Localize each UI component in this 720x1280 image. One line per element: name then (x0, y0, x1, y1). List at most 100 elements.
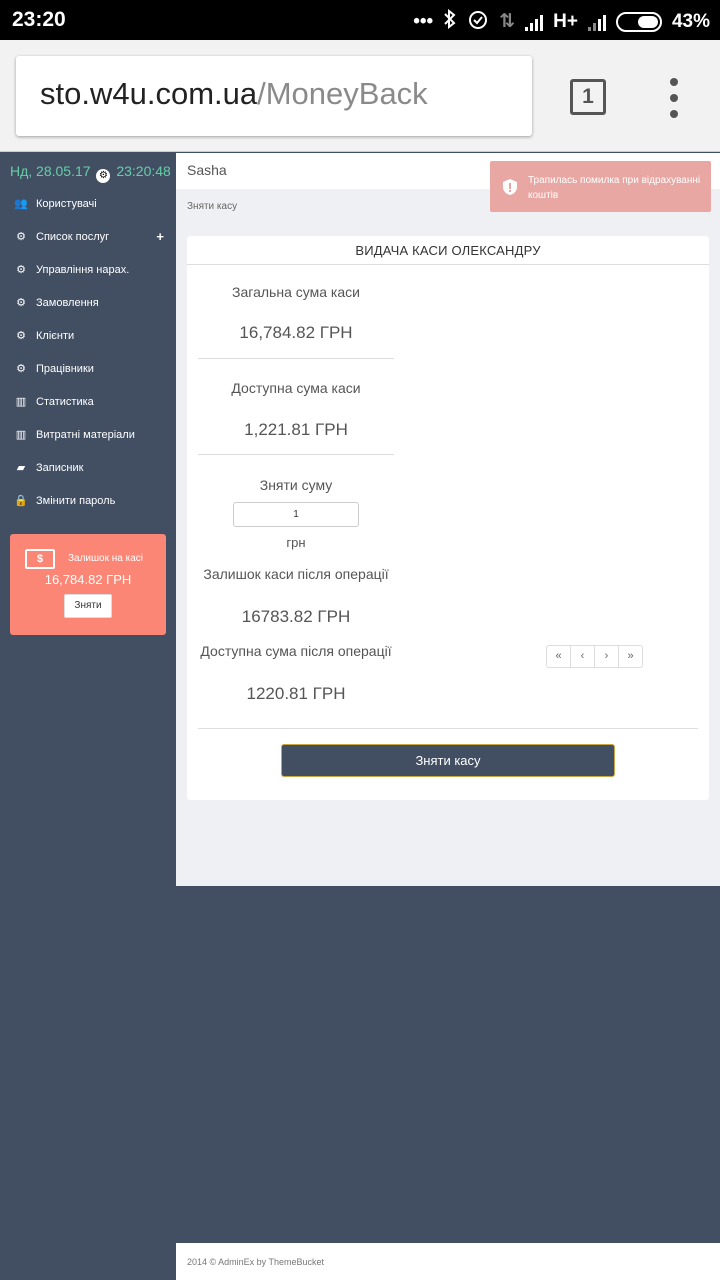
battery-percent: 43% (671, 11, 710, 32)
breadcrumb: Зняти касу (187, 201, 238, 212)
users-icon: 👥 (14, 198, 28, 210)
available-cash-value: 1,221.81 ГРН (244, 420, 348, 439)
battery-icon (615, 12, 662, 32)
sidebar-item-label: Витратні матеріали (36, 428, 135, 441)
alert-message: Трапилась помилка при відрахуванні кошті… (528, 175, 701, 201)
sidebar-item-label: Клієнти (36, 329, 75, 342)
balance-amount: 16,784.82 ГРН (44, 572, 132, 587)
pagination: « ‹ › » (546, 645, 643, 668)
divider (198, 728, 698, 729)
alarm-icon (467, 8, 489, 36)
sidebar-item-label: Замовлення (36, 296, 99, 309)
gear-icon: ⚙ (96, 169, 111, 183)
pager-next[interactable]: › (594, 645, 619, 668)
cash-withdraw-panel: ВИДАЧА КАСИ ОЛЕКСАНДРУ Загальна сума кас… (187, 236, 709, 800)
money-icon: $ (25, 549, 55, 569)
sidebar-item-notebook[interactable]: ▰ Записник (0, 451, 176, 484)
sidebar-item-materials[interactable]: ▥ Витратні матеріали (0, 418, 176, 451)
balance-label: Залишок на касі (68, 553, 143, 564)
total-cash-value: 16,784.82 ГРН (239, 323, 353, 342)
sidebar-item-label: Список послуг (36, 230, 110, 243)
bar-chart-icon: ▥ (15, 429, 27, 441)
main-content: Sasha Зняти касу Трапилась помилка при в… (176, 153, 720, 886)
cogs-icon: ⚙ (16, 264, 26, 276)
sidebar-item-orders[interactable]: ⚙ Замовлення (0, 286, 176, 319)
available-after-label-wrap: Доступна сума після операції (198, 643, 394, 659)
network-type: H+ (553, 11, 578, 32)
available-after-label: Доступна сума після операції (200, 643, 392, 659)
total-cash-label: Загальна сума каси (232, 284, 360, 300)
pager-last[interactable]: » (618, 645, 643, 668)
url-bar[interactable]: sto.w4u.com.ua/MoneyBack (16, 56, 532, 136)
total-value-wrap: 16,784.82 ГРН (198, 323, 394, 343)
remaining-label-wrap: Залишок каси після операції (198, 566, 394, 582)
signal-icon (525, 13, 544, 31)
footer: 2014 © AdminEx by ThemeBucket (176, 1243, 720, 1280)
pager-first[interactable]: « (546, 645, 571, 668)
status-icons: ••• ⇅ H+ 43% (413, 8, 710, 36)
url-path: /MoneyBack (257, 76, 428, 111)
tabs-button[interactable]: 1 (570, 79, 606, 115)
sidebar-date: Нд, 28.05.17 (10, 163, 91, 179)
currency-label: грн (286, 535, 306, 550)
cogs-icon: ⚙ (16, 297, 26, 309)
pager-prev[interactable]: ‹ (570, 645, 595, 668)
sidebar-item-services[interactable]: ⚙ Список послуг + (0, 220, 176, 253)
expand-plus-icon[interactable]: + (156, 229, 164, 244)
sidebar-item-label: Користувачі (36, 197, 97, 210)
sidebar: Нд, 28.05.17 ⚙ 23:20:48 👥 Користувачі ⚙ … (0, 153, 176, 1280)
sidebar-item-label: Змінити пароль (36, 494, 116, 507)
dots-icon: ••• (413, 11, 434, 32)
available-label-wrap: Доступна сума каси (198, 380, 394, 396)
sidebar-nav: 👥 Користувачі ⚙ Список послуг + ⚙ Управл… (0, 187, 176, 517)
cash-balance-card: $ Залишок на касі 16,784.82 ГРН Зняти (10, 534, 166, 635)
user-name[interactable]: Sasha (187, 162, 227, 178)
available-cash-label: Доступна сума каси (231, 380, 361, 396)
more-menu-icon[interactable] (664, 78, 684, 118)
cogs-icon: ⚙ (16, 231, 26, 243)
sidebar-item-change-password[interactable]: 🔒 Змінити пароль (0, 484, 176, 517)
sidebar-item-label: Управління нарах. (36, 263, 130, 276)
lock-icon: 🔒 (14, 495, 28, 507)
remaining-value-wrap: 16783.82 ГРН (198, 607, 394, 627)
sidebar-item-statistics[interactable]: ▥ Статистика (0, 385, 176, 418)
sidebar-item-clients[interactable]: ⚙ Клієнти (0, 319, 176, 352)
status-bar: 23:20 ••• ⇅ H+ 43% (0, 0, 720, 40)
withdraw-small-button[interactable]: Зняти (64, 594, 112, 618)
sidebar-item-label: Працівники (36, 362, 94, 375)
available-after-value-wrap: 1220.81 ГРН (198, 684, 394, 704)
footer-text: 2014 © AdminEx by ThemeBucket (187, 1257, 325, 1267)
bar-chart-icon: ▥ (15, 396, 27, 408)
sidebar-datetime: Нд, 28.05.17 ⚙ 23:20:48 (10, 163, 171, 183)
remaining-after-value: 16783.82 ГРН (241, 607, 351, 626)
available-value-wrap: 1,221.81 ГРН (198, 420, 394, 440)
error-alert: Трапилась помилка при відрахуванні кошті… (490, 161, 711, 212)
remaining-after-label: Залишок каси після операції (203, 566, 389, 582)
shield-icon (503, 179, 517, 195)
withdraw-cash-button[interactable]: Зняти касу (281, 744, 615, 777)
data-transfer-icon: ⇅ (499, 11, 516, 32)
withdraw-amount-input[interactable] (233, 502, 359, 527)
book-icon: ▰ (16, 462, 26, 474)
sidebar-item-employees[interactable]: ⚙ Працівники (0, 352, 176, 385)
cogs-icon: ⚙ (16, 363, 26, 375)
withdraw-amount-label: Зняти суму (259, 477, 333, 493)
divider (198, 358, 394, 359)
signal-icon-2 (587, 13, 606, 31)
panel-title: ВИДАЧА КАСИ ОЛЕКСАНДРУ (187, 236, 709, 265)
url-host: sto.w4u.com.ua (40, 76, 258, 111)
withdraw-label-wrap: Зняти суму (198, 477, 394, 493)
sidebar-item-accruals[interactable]: ⚙ Управління нарах. (0, 253, 176, 286)
status-time: 23:20 (12, 8, 66, 31)
cogs-icon: ⚙ (16, 330, 26, 342)
browser-toolbar: sto.w4u.com.ua/MoneyBack 1 (0, 40, 720, 152)
sidebar-time: 23:20:48 (116, 163, 171, 179)
available-after-value: 1220.81 ГРН (246, 684, 346, 703)
currency-wrap: грн (198, 535, 394, 550)
sidebar-item-label: Статистика (36, 395, 94, 408)
sidebar-item-label: Записник (36, 461, 84, 474)
sidebar-item-users[interactable]: 👥 Користувачі (0, 187, 176, 220)
divider (198, 454, 394, 455)
total-label-wrap: Загальна сума каси (198, 284, 394, 300)
bluetooth-icon (443, 8, 457, 35)
